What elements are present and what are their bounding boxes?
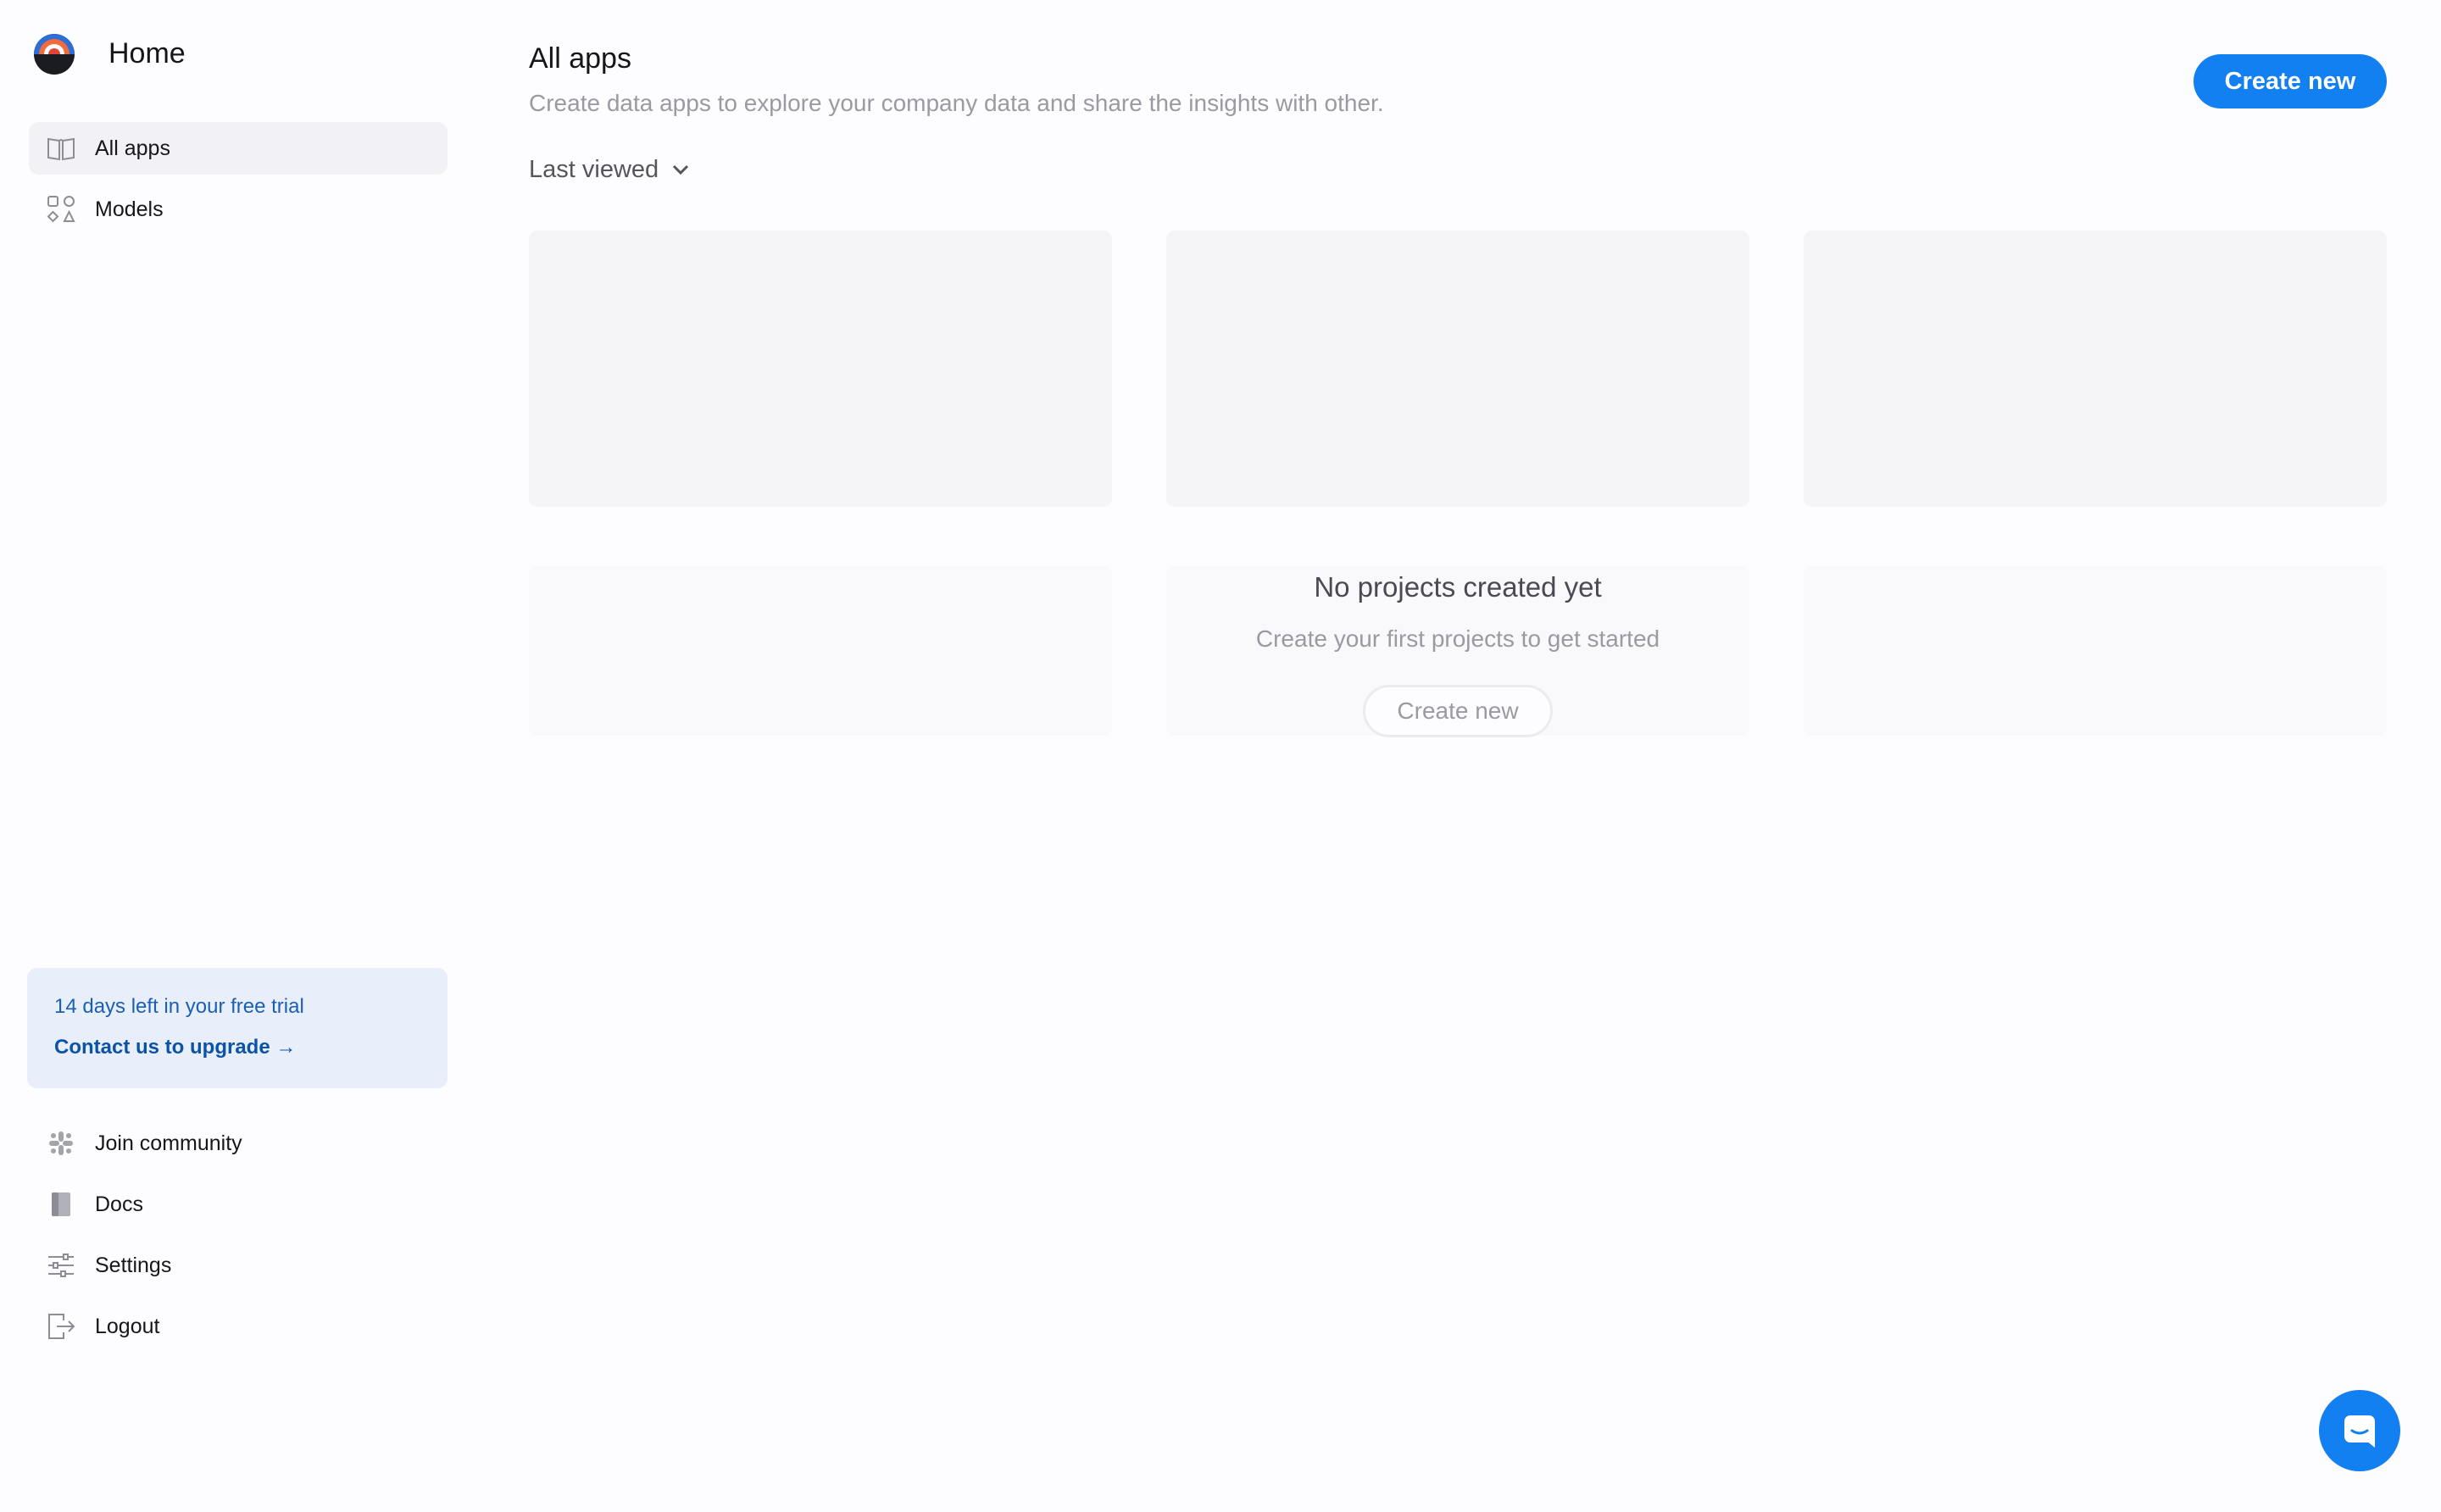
brand[interactable]: Home — [32, 32, 186, 76]
sidebar-item-label: Docs — [95, 1192, 143, 1216]
docs-book-icon — [46, 1189, 76, 1220]
sidebar-item-settings[interactable]: Settings — [29, 1239, 448, 1292]
sidebar-item-all-apps[interactable]: All apps — [29, 122, 448, 175]
sidebar: Home All apps Models 14 days left in you… — [0, 0, 475, 1512]
sort-label: Last viewed — [529, 155, 659, 183]
placeholder-card — [529, 231, 1112, 507]
sidebar-item-label: Join community — [95, 1131, 242, 1155]
slack-icon — [46, 1128, 76, 1159]
sidebar-item-label: All apps — [95, 136, 170, 160]
sidebar-item-models[interactable]: Models — [29, 183, 448, 236]
trial-banner: 14 days left in your free trial Contact … — [27, 968, 448, 1088]
placeholder-card — [529, 566, 1112, 736]
page-title: All apps — [529, 42, 631, 75]
chevron-down-icon — [673, 164, 689, 175]
sidebar-item-label: Models — [95, 197, 164, 221]
trial-days-text: 14 days left in your free trial — [54, 995, 304, 1018]
book-open-icon — [46, 133, 76, 164]
shapes-icon — [46, 194, 76, 225]
sidebar-item-docs[interactable]: Docs — [29, 1178, 448, 1231]
empty-state-create-button[interactable]: Create new — [1363, 685, 1553, 737]
placeholder-card — [1166, 231, 1749, 507]
placeholder-card — [1804, 231, 2387, 507]
chat-bubble-icon — [2344, 1415, 2375, 1448]
sidebar-item-label: Logout — [95, 1314, 160, 1338]
sidebar-item-join-community[interactable]: Join community — [29, 1117, 448, 1170]
logout-icon — [46, 1311, 76, 1342]
brand-title: Home — [108, 37, 186, 69]
logo-icon — [34, 34, 75, 75]
create-new-button[interactable]: Create new — [2194, 54, 2387, 108]
sort-dropdown[interactable]: Last viewed — [529, 153, 691, 186]
upgrade-link[interactable]: Contact us to upgrade → — [54, 1036, 296, 1059]
empty-state-title: No projects created yet — [1314, 571, 1602, 603]
page-subtitle: Create data apps to explore your company… — [529, 90, 1384, 116]
empty-state-subtitle: Create your first projects to get starte… — [1255, 625, 1660, 652]
placeholder-card — [1804, 566, 2387, 736]
chat-widget-button[interactable] — [2319, 1390, 2400, 1471]
sidebar-item-label: Settings — [95, 1253, 172, 1277]
sidebar-item-logout[interactable]: Logout — [29, 1300, 448, 1353]
sliders-icon — [46, 1250, 76, 1281]
